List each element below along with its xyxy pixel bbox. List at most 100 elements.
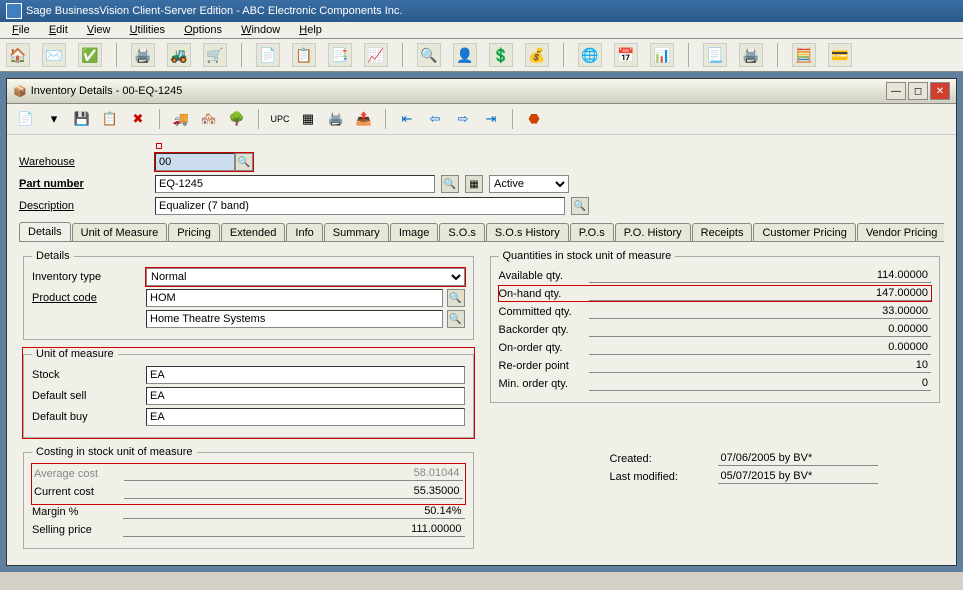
last-icon[interactable]: ⇥ (480, 108, 502, 130)
minimize-button[interactable]: — (886, 82, 906, 100)
warehouse-lookup-icon[interactable]: 🔍 (235, 153, 253, 171)
menu-utilities[interactable]: Utilities (122, 22, 173, 38)
avail-value (589, 268, 931, 283)
calc-icon[interactable]: 🧮 (792, 43, 816, 67)
first-icon[interactable]: ⇤ (396, 108, 418, 130)
save-icon[interactable]: 💾 (71, 108, 93, 130)
partnum-lookup-icon[interactable]: 🔍 (441, 175, 459, 193)
desc-label: Description (19, 200, 149, 212)
copy-icon[interactable]: 📋 (99, 108, 121, 130)
menu-edit[interactable]: Edit (41, 22, 76, 38)
sellprice-label: Selling price (32, 524, 119, 536)
menu-file[interactable]: File (4, 22, 38, 38)
inv-type-select[interactable]: Normal (146, 268, 465, 286)
tab-details[interactable]: Details (19, 222, 71, 242)
printer-icon[interactable]: 🖨️ (739, 43, 763, 67)
menu-help[interactable]: Help (291, 22, 330, 38)
partnum-input[interactable] (155, 175, 435, 193)
costing-legend: Costing in stock unit of measure (32, 446, 197, 458)
barcode-icon[interactable]: UPC (269, 108, 291, 130)
uom-legend: Unit of measure (32, 348, 118, 360)
tab-summary[interactable]: Summary (324, 223, 389, 242)
card-icon[interactable]: 💳 (828, 43, 852, 67)
sellprice-value (123, 522, 465, 537)
search1-icon[interactable]: 🔍 (417, 43, 441, 67)
search-money2-icon[interactable]: 💰 (525, 43, 549, 67)
backorder-value (589, 322, 931, 337)
desc-lookup-icon[interactable]: 🔍 (571, 197, 589, 215)
globe-icon[interactable]: 🌐 (578, 43, 602, 67)
details-legend: Details (32, 250, 74, 262)
tab-pos[interactable]: P.O.s (570, 223, 614, 242)
menu-view[interactable]: View (79, 22, 119, 38)
tab-sos[interactable]: S.O.s (439, 223, 485, 242)
tab-po-history[interactable]: P.O. History (615, 223, 691, 242)
tab-uom[interactable]: Unit of Measure (72, 223, 168, 242)
tab-receipts[interactable]: Receipts (692, 223, 753, 242)
print2-icon[interactable]: 🖨️ (325, 108, 347, 130)
prod-code-input[interactable] (146, 289, 443, 307)
search-people-icon[interactable]: 👤 (453, 43, 477, 67)
cart-icon[interactable]: 🛒 (203, 43, 227, 67)
stop-icon[interactable]: ⬣ (523, 108, 545, 130)
calendar-icon[interactable]: 📅 (614, 43, 638, 67)
window-toolbar: 📄 ▾ 💾 📋 ✖ 🚚 🏘️ 🌳 UPC ▦ 🖨️ 📤 ⇤ ⇦ ⇨ ⇥ ⬣ (7, 104, 956, 135)
onorder-value (589, 340, 931, 355)
buy-label: Default buy (32, 411, 142, 423)
uom-group: Unit of measure Stock Default sell Defau… (23, 348, 474, 438)
chart-icon[interactable]: 📈 (364, 43, 388, 67)
delete-icon[interactable]: ✖ (127, 108, 149, 130)
forklift-icon[interactable]: 🚜 (167, 43, 191, 67)
menu-window[interactable]: Window (233, 22, 288, 38)
new-icon[interactable]: 📄 (15, 108, 37, 130)
cur-cost-value (124, 484, 462, 499)
desc-input[interactable] (155, 197, 565, 215)
house-icon[interactable]: 🏘️ (198, 108, 220, 130)
truck-icon[interactable]: 🚚 (170, 108, 192, 130)
print-icon[interactable]: 🖨️ (131, 43, 155, 67)
mail-icon[interactable]: ✉️ (42, 43, 66, 67)
doc1-icon[interactable]: 📄 (256, 43, 280, 67)
dropdown-icon[interactable]: ▾ (43, 108, 65, 130)
warehouse-input[interactable] (155, 153, 235, 171)
check-icon[interactable]: ✅ (78, 43, 102, 67)
partnum-list-icon[interactable]: ▦ (465, 175, 483, 193)
inv-type-label: Inventory type (32, 271, 142, 283)
report-icon[interactable]: 📃 (703, 43, 727, 67)
next-icon[interactable]: ⇨ (452, 108, 474, 130)
tab-pricing[interactable]: Pricing (168, 223, 220, 242)
prod-code-lookup-icon[interactable]: 🔍 (447, 289, 465, 307)
maximize-button[interactable]: ◻ (908, 82, 928, 100)
details-group: Details Inventory type Normal Product co… (23, 250, 474, 340)
prod-code-label: Product code (32, 292, 142, 304)
tab-cust-pricing[interactable]: Customer Pricing (753, 223, 855, 242)
home-icon[interactable]: 🏠 (6, 43, 30, 67)
tab-vendor-pricing[interactable]: Vendor Pricing (857, 223, 944, 242)
tree-icon[interactable]: 🌳 (226, 108, 248, 130)
form-area: Warehouse 🔍 Part number 🔍 ▦ Active Descr… (7, 135, 956, 565)
reorder-label: Re-order point (499, 360, 586, 372)
menu-options[interactable]: Options (176, 22, 230, 38)
costing-group: Costing in stock unit of measure Average… (23, 446, 474, 549)
qty-legend: Quantities in stock unit of measure (499, 250, 676, 262)
prod-code-desc-input[interactable] (146, 310, 443, 328)
ledger-icon[interactable]: 📊 (650, 43, 674, 67)
qty-group: Quantities in stock unit of measure Avai… (490, 250, 941, 403)
doc2-icon[interactable]: 📋 (292, 43, 316, 67)
tab-extended[interactable]: Extended (221, 223, 285, 242)
tab-strip: Details Unit of Measure Pricing Extended… (19, 221, 944, 242)
prev-icon[interactable]: ⇦ (424, 108, 446, 130)
tab-image[interactable]: Image (390, 223, 439, 242)
grid-icon[interactable]: ▦ (297, 108, 319, 130)
onorder-label: On-order qty. (499, 342, 586, 354)
created-value (718, 451, 878, 466)
tab-info[interactable]: Info (286, 223, 322, 242)
app-titlebar: Sage BusinessVision Client-Server Editio… (0, 0, 963, 22)
doc3-icon[interactable]: 📑 (328, 43, 352, 67)
status-select[interactable]: Active (489, 175, 569, 193)
export-icon[interactable]: 📤 (353, 108, 375, 130)
close-button[interactable]: ✕ (930, 82, 950, 100)
tab-sos-history[interactable]: S.O.s History (486, 223, 569, 242)
search-money-icon[interactable]: 💲 (489, 43, 513, 67)
prod-desc-lookup-icon[interactable]: 🔍 (447, 310, 465, 328)
